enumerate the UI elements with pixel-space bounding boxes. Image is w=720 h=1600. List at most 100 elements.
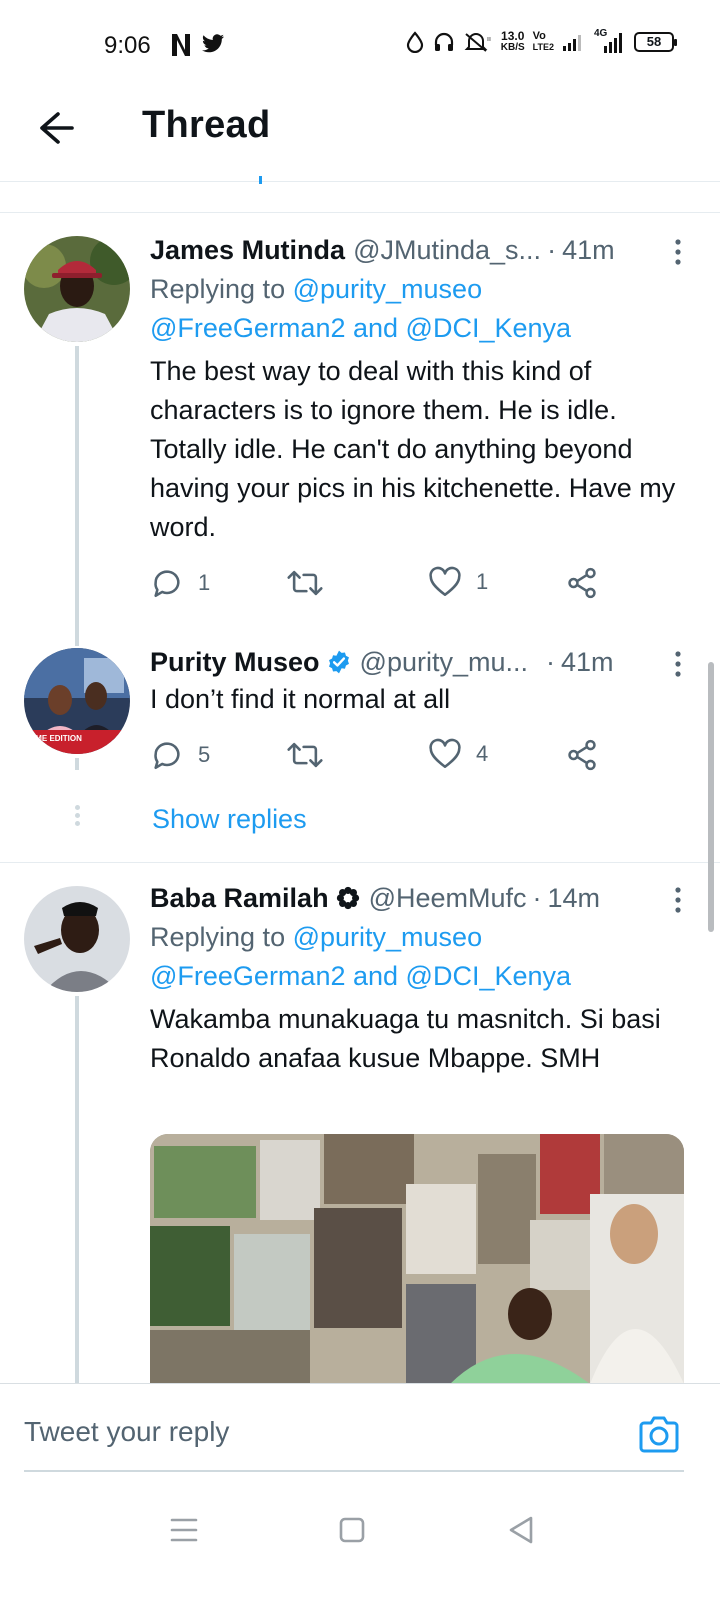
volte-top: Vo [532, 30, 546, 42]
thread-header: Thread [0, 90, 720, 182]
replying-prefix: Replying to [150, 922, 293, 952]
author-handle[interactable]: @JMutinda_s... [353, 235, 541, 266]
battery-indicator: 58 [634, 32, 677, 52]
mention-link[interactable]: @DCI_Kenya [406, 313, 571, 343]
author-name[interactable]: Baba Ramilah [150, 883, 329, 914]
more-icon[interactable] [666, 650, 690, 678]
scrollbar[interactable] [708, 662, 714, 932]
share-button[interactable] [565, 738, 599, 772]
menu-icon[interactable] [164, 1510, 204, 1550]
previous-tweet-remnant [259, 176, 262, 184]
avatar[interactable]: IME EDITION [24, 648, 130, 754]
avatar[interactable] [24, 236, 130, 342]
network-speed: 13.0 KB/S [501, 30, 525, 54]
reply-composer: Tweet your reply [0, 1383, 720, 1483]
tweet-time[interactable]: 41m [562, 235, 615, 266]
system-nav-bar [0, 1490, 720, 1600]
tweet-actions: 5 4 [150, 738, 620, 778]
back-arrow-icon[interactable] [36, 108, 76, 148]
reply-icon [154, 570, 180, 598]
twitter-icon [202, 34, 224, 53]
like-count: 1 [476, 569, 489, 594]
retweet-button[interactable] [286, 566, 324, 600]
home-icon[interactable] [332, 1510, 372, 1550]
reply-button[interactable]: 1 [150, 566, 210, 600]
headphones-icon [434, 32, 453, 51]
like-button[interactable]: 1 [428, 566, 488, 598]
thread-line [75, 996, 79, 1396]
page-title: Thread [142, 104, 271, 146]
tweet-header: James Mutinda @JMutinda_s... · 41m [150, 234, 690, 266]
mention-link[interactable]: @FreeGerman2 [150, 961, 345, 991]
thread-ellipsis [72, 802, 82, 829]
composer-underline [24, 1470, 684, 1472]
netflix-icon [172, 34, 190, 56]
reply-count: 1 [198, 570, 211, 595]
tweet-photo [150, 1134, 684, 1384]
svg-text:ıı: ıı [487, 36, 491, 43]
retweet-icon [287, 570, 323, 596]
share-icon [568, 567, 596, 599]
tweet-text: The best way to deal with this kind of c… [150, 356, 676, 542]
share-icon [568, 739, 596, 771]
author-name[interactable]: Purity Museo [150, 647, 320, 678]
data-saver-icon [406, 31, 423, 53]
status-time: 9:06 [104, 32, 151, 59]
status-app-icons [170, 32, 226, 58]
tweet-body: Baba Ramilah @HeemMufc · 14m Replying to… [150, 882, 690, 1078]
more-icon[interactable] [666, 886, 690, 914]
tweet-image[interactable] [150, 1134, 684, 1384]
flower-badge-icon [336, 886, 359, 910]
tweet-james-mutinda[interactable]: James Mutinda @JMutinda_s... · 41m Reply… [0, 234, 720, 646]
mention-link[interactable]: @purity_museo [293, 274, 483, 304]
thread-line [75, 346, 79, 646]
separator-dot: · [532, 882, 542, 913]
avatar-badge-text: IME EDITION [33, 734, 82, 743]
volte-bottom: LTE2 [532, 42, 554, 52]
tweet-purity-museo[interactable]: IME EDITION Purity Museo @purity_mu... ·… [0, 646, 720, 858]
mention-link[interactable]: @purity_museo [293, 922, 483, 952]
separator-dot: · [546, 646, 555, 677]
show-replies-link[interactable]: Show replies [152, 804, 307, 835]
reply-button[interactable]: 5 [150, 738, 210, 772]
avatar[interactable] [24, 886, 130, 992]
like-icon [429, 738, 461, 769]
tweet-time[interactable]: 14m [548, 883, 601, 914]
author-handle[interactable]: @HeemMufc [369, 883, 527, 914]
author-handle[interactable]: @purity_mu... [360, 647, 528, 678]
tweet-header: Baba Ramilah @HeemMufc · 14m [150, 882, 690, 914]
mention-link[interactable]: @FreeGerman2 [150, 313, 345, 343]
separator [0, 862, 720, 863]
like-button[interactable]: 4 [428, 738, 488, 770]
signal-icon [563, 35, 581, 51]
tweet-text: Wakamba munakuaga tu masnitch. Si basi R… [150, 1004, 661, 1073]
tweet-text: I don’t find it normal at all [150, 684, 451, 714]
verified-icon [328, 650, 349, 674]
replying-to: Replying to @purity_museo @FreeGerman2 a… [150, 918, 690, 996]
camera-icon[interactable] [637, 1414, 681, 1454]
reply-count: 5 [198, 742, 211, 767]
share-button[interactable] [565, 566, 599, 600]
status-indicators: ıı 13.0 KB/S Vo LTE2 4G 58 [405, 28, 677, 54]
tweet-body: James Mutinda @JMutinda_s... · 41m Reply… [150, 234, 690, 547]
separator [0, 212, 720, 213]
thread-line [75, 758, 79, 770]
reply-input[interactable]: Tweet your reply [24, 1416, 229, 1448]
tweet-time[interactable]: 41m [561, 647, 614, 678]
back-nav-icon[interactable] [502, 1510, 542, 1550]
mute-icon: ıı [464, 33, 491, 52]
like-icon [429, 566, 461, 597]
like-count: 4 [476, 741, 489, 766]
more-icon[interactable] [666, 238, 690, 266]
tweet-body: Purity Museo @purity_mu... · 41m I don’t… [150, 646, 690, 719]
volte-indicator: Vo LTE2 [533, 31, 554, 53]
retweet-button[interactable] [286, 738, 324, 772]
replying-and: and [345, 961, 406, 991]
author-name[interactable]: James Mutinda [150, 235, 345, 266]
reply-icon [154, 742, 180, 770]
signal-4g-icon: 4G [592, 28, 626, 54]
replying-prefix: Replying to [150, 274, 293, 304]
mention-link[interactable]: @DCI_Kenya [406, 961, 571, 991]
replying-and: and [345, 313, 406, 343]
retweet-icon [287, 742, 323, 768]
